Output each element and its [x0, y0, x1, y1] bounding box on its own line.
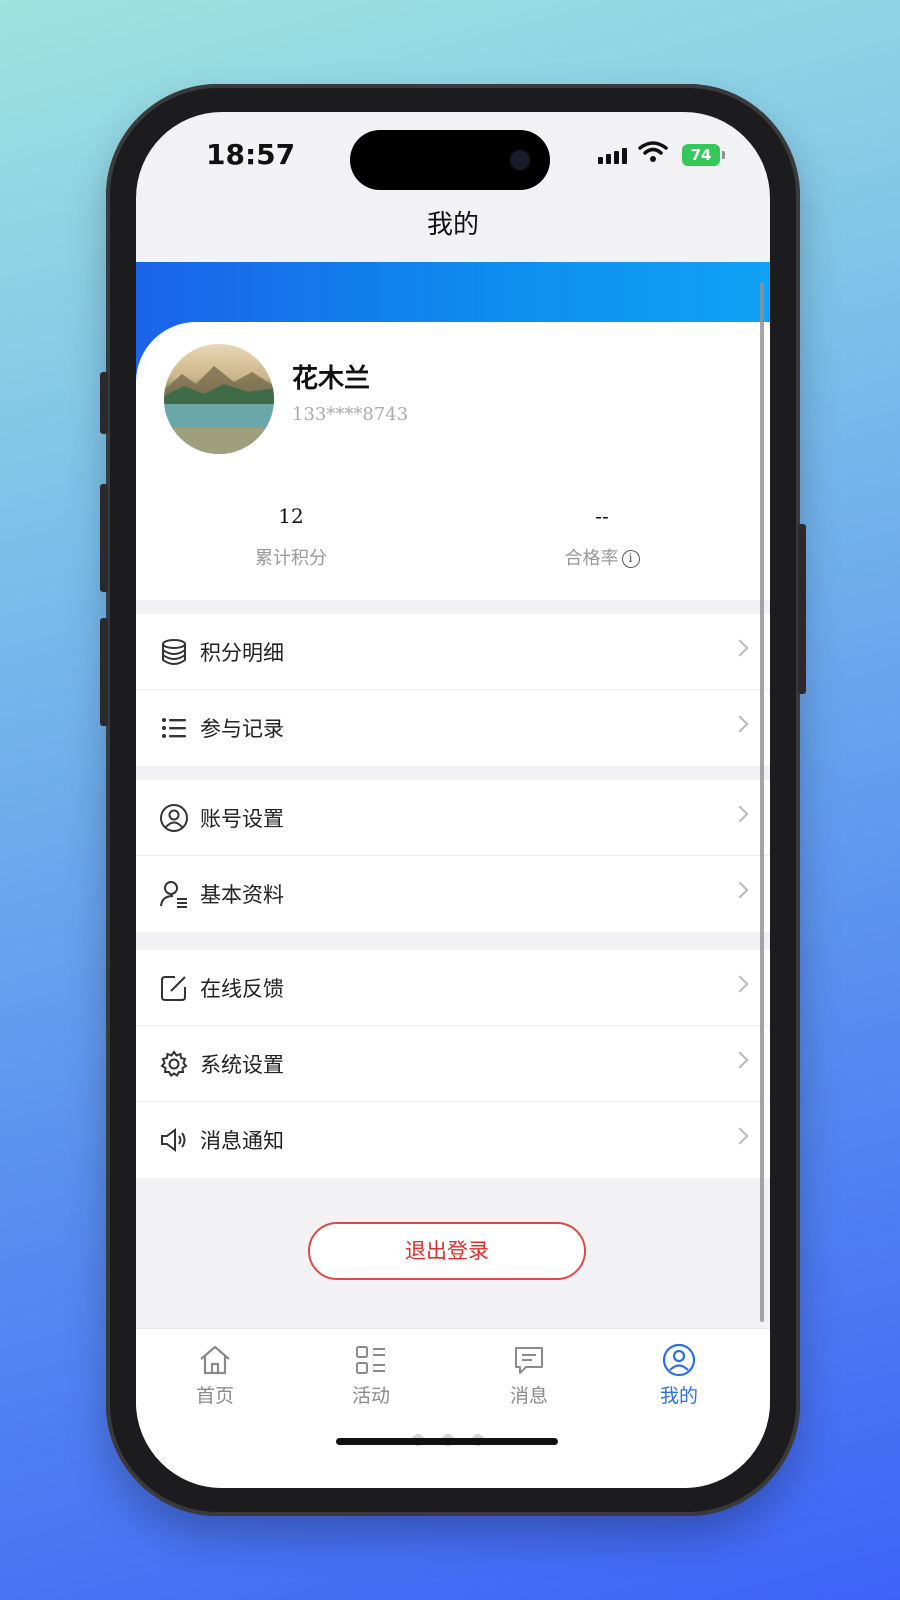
volume-down-button	[100, 618, 108, 726]
list-icon	[158, 712, 190, 744]
home-indicator[interactable]	[336, 1438, 558, 1445]
menu-label: 消息通知	[200, 1129, 284, 1153]
chevron-right-icon	[731, 1051, 749, 1069]
tab-label: 消息	[509, 1385, 548, 1407]
chevron-right-icon	[731, 639, 749, 657]
tab-label: 首页	[195, 1385, 234, 1407]
tab-messages[interactable]: 消息	[474, 1343, 584, 1408]
page-title: 我的	[426, 210, 479, 240]
menu-label: 系统设置	[200, 1052, 284, 1077]
dynamic-island	[350, 130, 550, 190]
user-phone: 133****8743	[292, 404, 409, 425]
profile-card: 花木兰 133****8743 12 累计积分 -- 合格率 i	[136, 322, 770, 600]
menu-label: 参与记录	[200, 717, 284, 741]
cellular-signal-icon	[598, 148, 627, 164]
phone-frame: 18:57 74 我的 花木兰 133****8743 12 累计积分 -- 合…	[100, 84, 806, 1516]
stat-pass-rate[interactable]: -- 合格率 i	[452, 504, 752, 570]
chevron-right-icon	[731, 715, 749, 733]
tab-label: 我的	[659, 1385, 698, 1407]
menu-item-notifications[interactable]: 消息通知	[136, 1102, 770, 1178]
chevron-right-icon	[731, 881, 749, 899]
camera-icon	[510, 150, 530, 170]
pass-rate-label-row: 合格率 i	[452, 544, 752, 570]
pass-rate-label: 合格率	[564, 548, 619, 569]
speaker-icon	[158, 1124, 190, 1156]
tab-mine[interactable]: 我的	[624, 1343, 734, 1408]
mute-switch	[100, 372, 108, 434]
status-time: 18:57	[206, 138, 296, 171]
menu-label: 在线反馈	[200, 976, 284, 1001]
stat-points[interactable]: 12 累计积分	[141, 504, 441, 570]
menu-item-account-settings[interactable]: 账号设置	[136, 780, 770, 856]
user-profile-icon	[158, 878, 190, 910]
chevron-right-icon	[731, 805, 749, 823]
user-circle-icon	[158, 802, 190, 834]
avatar[interactable]	[164, 344, 274, 454]
menu-label: 基本资料	[200, 883, 284, 907]
battery-icon: 74	[682, 144, 725, 166]
menu-group-account: 账号设置 基本资料	[136, 780, 770, 932]
pass-rate-value: --	[595, 504, 609, 528]
chevron-right-icon	[731, 1127, 749, 1145]
activity-grid-icon	[316, 1343, 426, 1377]
tab-home[interactable]: 首页	[160, 1343, 270, 1408]
chevron-right-icon	[731, 975, 749, 993]
menu-group-points: 积分明细 参与记录	[136, 614, 770, 766]
wifi-icon	[638, 141, 668, 162]
power-button	[798, 524, 806, 694]
logout-button[interactable]: 退出登录	[308, 1222, 586, 1280]
points-value: 12	[278, 504, 304, 528]
menu-item-basic-info[interactable]: 基本资料	[136, 856, 770, 932]
user-name: 花木兰	[292, 364, 371, 394]
menu-label: 账号设置	[200, 806, 284, 831]
app-screen: 18:57 74 我的 花木兰 133****8743 12 累计积分 -- 合…	[136, 112, 770, 1488]
menu-item-participation-records[interactable]: 参与记录	[136, 690, 770, 766]
gear-icon	[158, 1048, 190, 1080]
status-bar: 18:57 74	[136, 112, 770, 202]
menu-item-points-detail[interactable]: 积分明细	[136, 614, 770, 690]
edit-icon	[158, 972, 190, 1004]
user-circle-icon	[624, 1343, 734, 1377]
home-icon	[160, 1343, 270, 1377]
menu-item-system-settings[interactable]: 系统设置	[136, 1026, 770, 1102]
volume-up-button	[100, 484, 108, 592]
menu-label: 积分明细	[200, 640, 284, 665]
database-icon	[158, 636, 190, 668]
info-icon[interactable]: i	[621, 550, 640, 568]
menu-group-system: 在线反馈 系统设置 消息通知	[136, 950, 770, 1178]
tab-label: 活动	[351, 1385, 390, 1407]
scrollbar[interactable]	[760, 282, 764, 1322]
menu-item-feedback[interactable]: 在线反馈	[136, 950, 770, 1026]
tab-activity[interactable]: 活动	[316, 1343, 426, 1408]
message-icon	[474, 1343, 584, 1377]
tab-bar: 首页 活动 消息 我的	[136, 1328, 770, 1488]
points-label: 累计积分	[255, 548, 327, 569]
